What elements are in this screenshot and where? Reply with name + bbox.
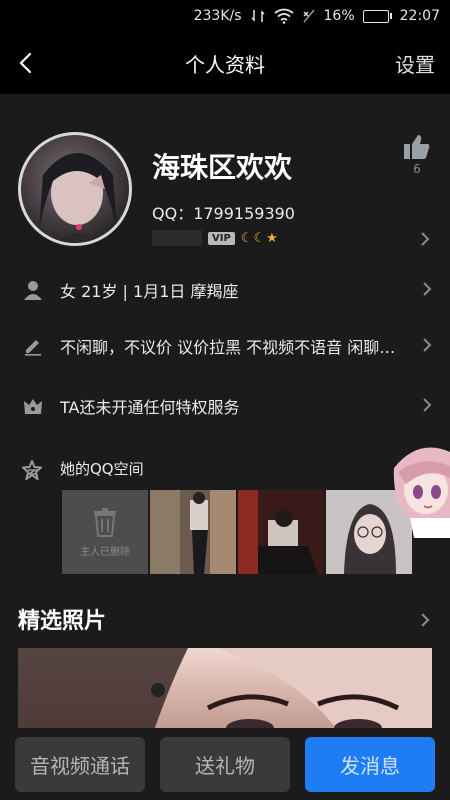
- network-speed: 233K/s: [193, 8, 242, 24]
- chevron-right-icon: [421, 613, 430, 627]
- clock: 22:07: [399, 8, 440, 24]
- thumbs-up-icon: [404, 135, 430, 159]
- data-sync-icon: [250, 8, 266, 24]
- featured-photos-title: 精选照片: [18, 609, 107, 634]
- like-button[interactable]: 6: [402, 134, 432, 176]
- profile-detail-chevron[interactable]: [420, 230, 432, 248]
- featured-photos-chevron[interactable]: [420, 611, 432, 629]
- privilege-row[interactable]: TA还未开通任何特权服务: [0, 377, 450, 435]
- chevron-right-icon: [422, 337, 432, 357]
- nav-bar: 个人资料 设置: [0, 32, 450, 94]
- profile-header: 海珠区欢欢 QQ：1799159390 VIP ☾☾★ 6: [0, 94, 450, 264]
- qzone-icon: [20, 458, 44, 482]
- person-icon: [22, 279, 44, 301]
- mascot-sticker[interactable]: [388, 438, 450, 538]
- qzone-thumbnails: 主人已删除: [62, 490, 412, 574]
- chevron-right-icon: [422, 281, 432, 301]
- battery-icon: [362, 9, 392, 23]
- nickname: 海珠区欢欢: [152, 151, 293, 184]
- crown-icon: [22, 395, 44, 417]
- send-gift-button[interactable]: 送礼物: [160, 737, 290, 792]
- deleted-thumbnail[interactable]: 主人已删除: [62, 490, 148, 574]
- like-count: 6: [413, 162, 421, 176]
- wifi-icon: [273, 8, 294, 24]
- vip-badge: VIP: [208, 231, 235, 245]
- av-call-button[interactable]: 音视频通话: [15, 737, 145, 792]
- chevron-right-icon: [422, 397, 432, 417]
- send-message-button[interactable]: 发消息: [305, 737, 435, 792]
- signature-row[interactable]: 不闲聊，不议价 议价拉黑 不视频不语音 闲聊勿扰: [0, 317, 450, 375]
- blurred-badge: [152, 230, 202, 246]
- signature: 不闲聊，不议价 议价拉黑 不视频不语音 闲聊勿扰: [60, 338, 410, 357]
- level-icons: ☾☾★: [240, 230, 279, 246]
- privilege-info: TA还未开通任何特权服务: [60, 398, 240, 417]
- chevron-left-icon: [19, 52, 32, 74]
- status-bar: 233K/s 16% 22:07: [0, 0, 450, 32]
- avatar[interactable]: [18, 132, 132, 246]
- qq-number: QQ：1799159390: [152, 204, 295, 223]
- basic-info-row[interactable]: 女 21岁 | 1月1日 摩羯座: [0, 261, 450, 319]
- back-button[interactable]: [10, 48, 40, 78]
- qzone-photo[interactable]: [150, 490, 236, 574]
- qzone-title[interactable]: 她的QQ空间: [60, 458, 144, 479]
- badge-row: VIP ☾☾★: [152, 228, 279, 248]
- deleted-label: 主人已删除: [80, 546, 130, 558]
- settings-button[interactable]: 设置: [395, 49, 435, 78]
- basic-info: 女 21岁 | 1月1日 摩羯座: [60, 282, 239, 301]
- battery-percent: 16%: [323, 8, 355, 24]
- avatar-image: [39, 153, 117, 243]
- pencil-icon: [22, 335, 44, 357]
- signal-off-icon: [302, 8, 316, 24]
- qzone-photo[interactable]: [238, 490, 324, 574]
- chevron-right-icon: [421, 232, 430, 246]
- bottom-action-bar: 音视频通话 送礼物 发消息: [0, 728, 450, 800]
- trash-icon: [94, 507, 116, 537]
- page-title: 个人资料: [185, 52, 265, 77]
